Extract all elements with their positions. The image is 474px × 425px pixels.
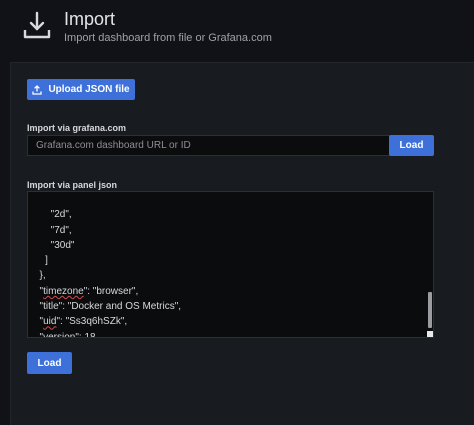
json-line: "timezone": "browser", — [34, 285, 139, 297]
json-scrollbar[interactable] — [426, 193, 432, 336]
textarea-resize-handle[interactable] — [427, 331, 433, 337]
json-line: "version": 18 — [34, 331, 96, 338]
panel-json-label: Import via panel json — [27, 180, 118, 190]
grafana-com-load-label: Load — [399, 140, 424, 151]
grafana-com-load-button[interactable]: Load — [389, 135, 434, 156]
grafana-com-label: Import via grafana.com — [27, 123, 127, 133]
upload-icon — [32, 84, 43, 95]
spellcheck-underline: uid — [43, 316, 57, 328]
json-line: "2d", — [34, 209, 72, 221]
spellcheck-underline: timezone — [43, 285, 84, 297]
json-line: "7d", — [34, 224, 72, 236]
json-line: "title": "Docker and OS Metrics", — [34, 301, 182, 313]
upload-json-label: Upload JSON file — [48, 84, 130, 95]
json-line: "30d" — [34, 239, 75, 251]
json-line: "uid": "Ss3q6hSZk", — [34, 316, 128, 328]
json-line: }, — [34, 270, 46, 282]
upload-json-button[interactable]: Upload JSON file — [27, 79, 135, 100]
panel-json-content: "2d", "7d", "30d" ] }, "timezone": "brow… — [34, 192, 182, 338]
panel-json-load-button[interactable]: Load — [27, 352, 72, 374]
panel-json-textarea[interactable]: "2d", "7d", "30d" ] }, "timezone": "brow… — [27, 191, 434, 338]
grafana-com-url-input[interactable] — [27, 135, 390, 156]
page-title: Import — [64, 9, 116, 29]
json-scrollbar-thumb[interactable] — [428, 292, 432, 328]
import-download-icon — [23, 11, 51, 39]
page-header: Import Import dashboard from file or Gra… — [0, 0, 474, 56]
json-line: ] — [34, 255, 48, 267]
panel-json-load-label: Load — [37, 357, 62, 369]
page-subtitle: Import dashboard from file or Grafana.co… — [64, 32, 272, 44]
